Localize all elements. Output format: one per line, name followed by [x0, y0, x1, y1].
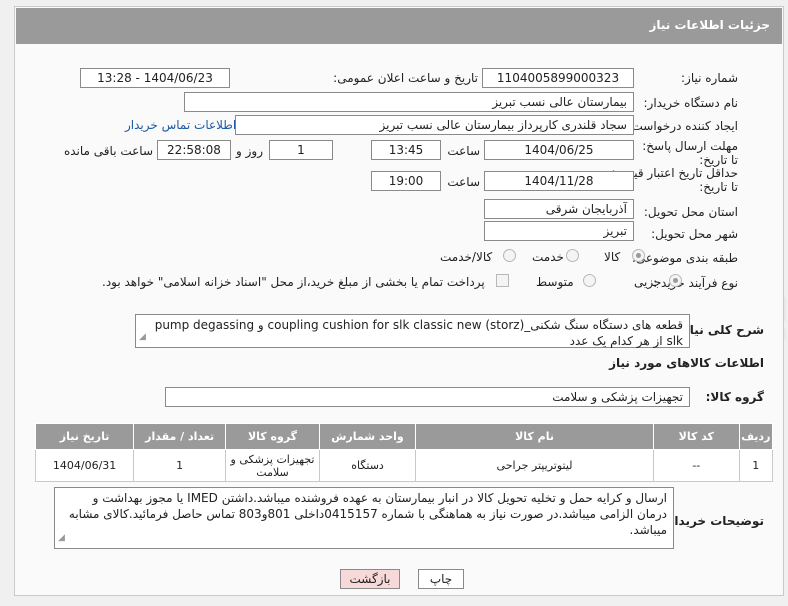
col-row: ردیف: [738, 423, 774, 450]
cell-goods-group: تجهیزات پزشکی و سلامت: [225, 449, 320, 482]
process-option-minor: جزیی: [634, 275, 662, 289]
response-time-label: ساعت: [447, 144, 480, 158]
response-time-field: 13:45: [371, 140, 441, 160]
need-number-field: 1104005899000323: [482, 68, 634, 88]
description-field: قطعه های دستگاه سنگ شکنی_coupling cushio…: [135, 314, 690, 348]
province-label: استان محل تحویل:: [643, 205, 738, 219]
goods-table-header: ردیف کد کالا نام کالا واحد شمارش گروه کا…: [34, 423, 774, 450]
category-label: طبقه بندی موضوعی:: [631, 251, 738, 265]
col-unit: واحد شمارش: [318, 423, 417, 450]
price-validity-time-field: 19:00: [371, 171, 441, 191]
goods-table: ردیف کد کالا نام کالا واحد شمارش گروه کا…: [34, 423, 774, 482]
day-and-label: روز و: [236, 144, 263, 158]
buyer-notes-field: ارسال و کرایه حمل و تخلیه تحویل کالا در …: [54, 487, 674, 549]
remaining-time-field: 22:58:08: [157, 140, 231, 160]
buyer-contact-link[interactable]: اطلاعات تماس خریدار: [125, 118, 236, 132]
price-validity-time-label: ساعت: [447, 175, 480, 189]
announce-datetime-field: 1404/06/23 - 13:28: [80, 68, 230, 88]
category-option-goods: کالا: [604, 250, 621, 264]
resize-grip-icon[interactable]: ◢: [139, 329, 146, 345]
cell-row: 1: [738, 449, 774, 482]
table-row: 1 -- لیتوتریپتر جراحی دستگاه تجهیزات پزش…: [34, 449, 774, 482]
col-goods-code: کد کالا: [653, 423, 740, 450]
city-field: تبریز: [484, 221, 634, 241]
back-button[interactable]: بازگشت: [340, 569, 400, 589]
buyer-notes-label: توضیحات خریدار:: [662, 514, 764, 528]
goods-group-field: تجهیزات پزشکی و سلامت: [165, 387, 690, 407]
announce-datetime-label: تاریخ و ساعت اعلان عمومی:: [333, 71, 478, 85]
cell-goods-name: لیتوتریپتر جراحی: [415, 449, 655, 482]
process-option-medium: متوسط: [536, 275, 574, 289]
category-option-goods-service: کالا/خدمت: [440, 250, 493, 264]
cell-quantity: 1: [133, 449, 227, 482]
category-radio-goods[interactable]: [632, 249, 645, 262]
panel-header: جزئیات اطلاعات نیاز: [16, 8, 782, 44]
category-radio-goods-service[interactable]: [503, 249, 516, 262]
process-radio-medium[interactable]: [583, 274, 596, 287]
col-goods-name: نام کالا: [415, 423, 655, 450]
cell-need-date: 1404/06/31: [34, 449, 135, 482]
buyer-org-label: نام دستگاه خریدار:: [643, 96, 739, 110]
treasury-payment-checkbox[interactable]: [496, 274, 509, 287]
cell-goods-code: --: [653, 449, 740, 482]
col-quantity: تعداد / مقدار: [133, 423, 227, 450]
category-option-service: خدمت: [532, 250, 564, 264]
requester-label: ایجاد کننده درخواست:: [627, 119, 738, 133]
price-validity-date-field: 1404/11/28: [484, 171, 634, 191]
print-button[interactable]: چاپ: [418, 569, 464, 589]
remaining-label: ساعت باقی مانده: [63, 144, 153, 158]
process-type-label: نوع فرآیند خرید :: [653, 276, 738, 290]
description-text: قطعه های دستگاه سنگ شکنی_coupling cushio…: [154, 318, 683, 348]
goods-group-label: گروه کالا:: [705, 390, 764, 404]
requester-field: سجاد قلندری کارپرداز بیمارستان عالی نسب …: [235, 115, 634, 135]
col-need-date: تاریخ نیاز: [34, 423, 135, 450]
response-deadline-label: مهلت ارسال پاسخ: تا تاریخ:: [642, 139, 738, 167]
remaining-days-field: 1: [269, 140, 333, 160]
col-goods-group: گروه کالا: [225, 423, 320, 450]
need-number-label: شماره نیاز:: [681, 71, 738, 85]
province-field: آذربایجان شرقی: [484, 199, 634, 219]
process-radio-minor[interactable]: [669, 274, 682, 287]
category-radio-service[interactable]: [566, 249, 579, 262]
response-date-field: 1404/06/25: [484, 140, 634, 160]
city-label: شهر محل تحویل:: [651, 227, 738, 241]
buyer-notes-text: ارسال و کرایه حمل و تخلیه تحویل کالا در …: [68, 491, 667, 537]
goods-info-heading: اطلاعات کالاهای مورد نیاز: [609, 356, 764, 370]
treasury-payment-note: پرداخت تمام یا بخشی از مبلغ خرید،از محل …: [102, 275, 485, 289]
cell-unit: دستگاه: [318, 449, 417, 482]
resize-grip-icon[interactable]: ◢: [58, 530, 65, 546]
page-title: جزئیات اطلاعات نیاز: [649, 18, 770, 32]
buyer-org-field: بیمارستان عالی نسب تبریز: [184, 92, 634, 112]
description-label: شرح کلی نیاز:: [678, 323, 764, 337]
